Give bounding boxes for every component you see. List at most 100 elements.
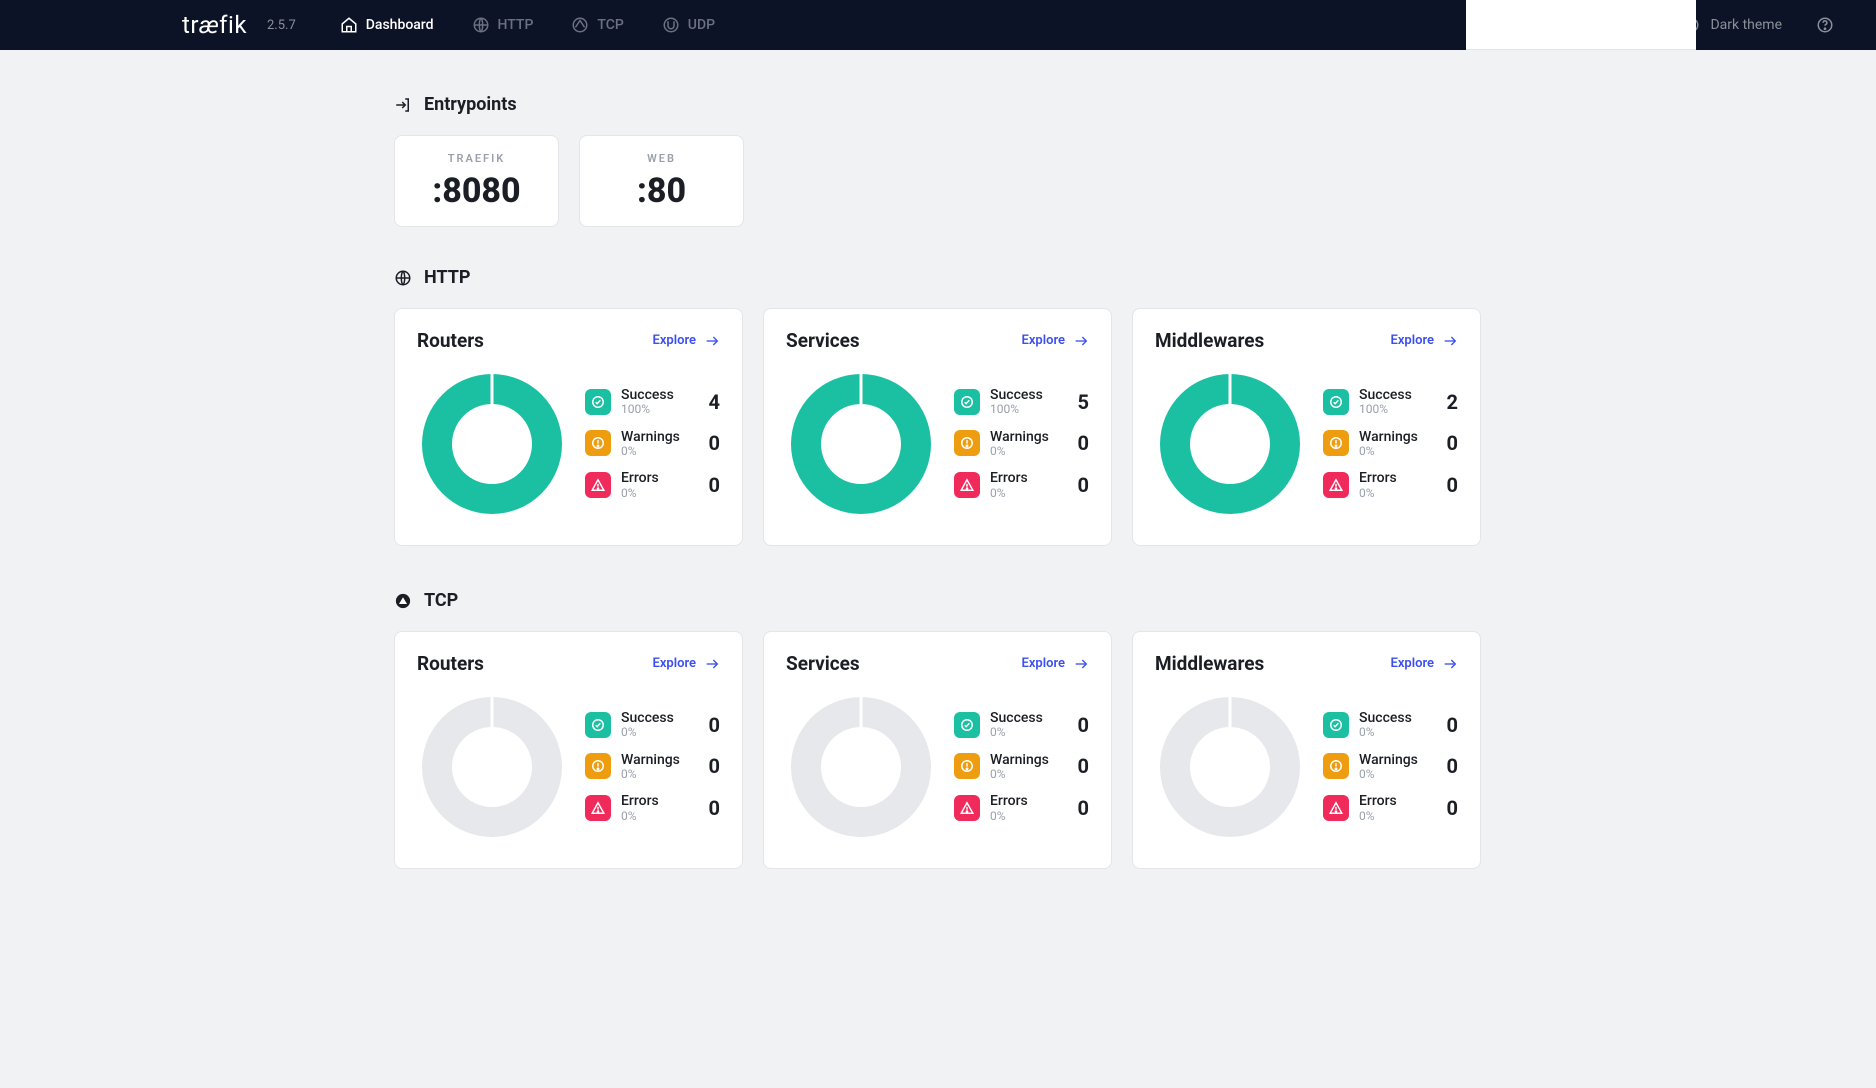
legend-pct: 0% <box>990 487 1028 501</box>
legend-count: 0 <box>1447 473 1458 497</box>
nav-tcp[interactable]: TCP <box>559 0 635 50</box>
explore-link[interactable]: Explore <box>1390 656 1458 672</box>
donut-chart <box>786 689 936 844</box>
entrypoint-card-traefik[interactable]: TRAEFIK :8080 <box>394 135 559 227</box>
legend-count: 4 <box>709 390 720 414</box>
section-tcp-header: TCP <box>394 590 1482 611</box>
explore-label: Explore <box>1021 333 1065 348</box>
explore-link[interactable]: Explore <box>1390 333 1458 349</box>
legend-row-success: Success 100% 2 <box>1323 387 1458 417</box>
explore-link[interactable]: Explore <box>652 333 720 349</box>
check-circle-icon <box>954 712 980 738</box>
legend-pct: 0% <box>990 768 1049 782</box>
nav-udp-label: UDP <box>688 17 715 33</box>
legend-pct: 0% <box>621 445 680 459</box>
explore-link[interactable]: Explore <box>1021 656 1089 672</box>
legend-label: Errors <box>621 470 659 486</box>
entrypoint-name: TRAEFIK <box>448 152 505 165</box>
legend-row-err: Errors 0% 0 <box>585 470 720 500</box>
dashboard-page: Entrypoints TRAEFIK :8080 WEB :80 HTTP R… <box>394 50 1482 973</box>
plugin-slot <box>1466 0 1696 50</box>
alert-circle-icon <box>1323 753 1349 779</box>
legend-label: Errors <box>1359 470 1397 486</box>
entrypoint-card-web[interactable]: WEB :80 <box>579 135 744 227</box>
section-http-title: HTTP <box>424 267 471 288</box>
legend-label: Warnings <box>621 429 680 445</box>
alert-triangle-icon <box>954 795 980 821</box>
tcp-icon <box>394 592 412 610</box>
entrypoint-port: :8080 <box>432 171 520 211</box>
legend-label: Errors <box>990 793 1028 809</box>
section-entrypoints-header: Entrypoints <box>394 94 1482 115</box>
donut-chart <box>786 366 936 521</box>
legend-count: 0 <box>1078 431 1089 455</box>
legend-pct: 0% <box>621 810 659 824</box>
donut-chart <box>1155 366 1305 521</box>
legend-row-err: Errors 0% 0 <box>954 793 1089 823</box>
legend-row-warn: Warnings 0% 0 <box>585 429 720 459</box>
brand-logo[interactable]: træfik <box>182 11 247 39</box>
card-title: Middlewares <box>1155 652 1264 675</box>
legend-count: 0 <box>1447 431 1458 455</box>
legend-pct: 0% <box>621 726 674 740</box>
legend-label: Success <box>1359 710 1412 726</box>
check-circle-icon <box>954 389 980 415</box>
http-cards-row: Routers Explore Success 100% 4 Warnings <box>394 308 1482 546</box>
alert-circle-icon <box>585 753 611 779</box>
explore-link[interactable]: Explore <box>1021 333 1089 349</box>
legend-label: Warnings <box>990 429 1049 445</box>
help-button[interactable] <box>1806 16 1844 34</box>
explore-label: Explore <box>1021 656 1065 671</box>
legend-pct: 0% <box>1359 726 1412 740</box>
udp-icon <box>662 16 680 34</box>
legend-pct: 100% <box>621 403 674 417</box>
legend-pct: 0% <box>621 487 659 501</box>
card-http-middlewares: Middlewares Explore Success 100% 2 Warni… <box>1132 308 1481 546</box>
nav-tcp-label: TCP <box>597 17 623 33</box>
explore-link[interactable]: Explore <box>652 656 720 672</box>
card-tcp-routers: Routers Explore Success 0% 0 Warnings <box>394 631 743 869</box>
legend-label: Success <box>990 387 1043 403</box>
legend-row-err: Errors 0% 0 <box>954 470 1089 500</box>
entrypoints-row: TRAEFIK :8080 WEB :80 <box>394 135 1482 227</box>
legend-count: 0 <box>709 431 720 455</box>
legend-label: Warnings <box>1359 429 1418 445</box>
alert-circle-icon <box>585 430 611 456</box>
help-icon <box>1816 16 1834 34</box>
legend-pct: 0% <box>1359 768 1418 782</box>
legend-row-err: Errors 0% 0 <box>1323 470 1458 500</box>
entrypoint-port: :80 <box>637 171 686 211</box>
alert-triangle-icon <box>585 795 611 821</box>
topbar: træfik 2.5.7 Dashboard HTTP TCP UDP Dark… <box>0 0 1876 50</box>
nav-dashboard[interactable]: Dashboard <box>328 0 446 50</box>
legend-pct: 100% <box>1359 403 1412 417</box>
arrow-right-icon <box>1073 333 1089 349</box>
legend-row-success: Success 0% 0 <box>954 710 1089 740</box>
legend-row-warn: Warnings 0% 0 <box>1323 429 1458 459</box>
legend-count: 0 <box>1078 473 1089 497</box>
card-title: Routers <box>417 329 484 352</box>
legend-label: Errors <box>621 793 659 809</box>
legend-label: Errors <box>1359 793 1397 809</box>
card-title: Routers <box>417 652 484 675</box>
legend-pct: 0% <box>990 445 1049 459</box>
nav-udp[interactable]: UDP <box>650 0 727 50</box>
legend: Success 100% 5 Warnings 0% 0 Errors 0% <box>954 387 1089 501</box>
alert-triangle-icon <box>585 472 611 498</box>
legend-row-warn: Warnings 0% 0 <box>954 429 1089 459</box>
legend-count: 0 <box>709 473 720 497</box>
legend-label: Warnings <box>1359 752 1418 768</box>
version-label: 2.5.7 <box>267 18 296 33</box>
legend-count: 0 <box>1078 754 1089 778</box>
nav-http[interactable]: HTTP <box>460 0 546 50</box>
home-icon <box>340 16 358 34</box>
legend-pct: 0% <box>1359 487 1397 501</box>
legend: Success 0% 0 Warnings 0% 0 Errors 0% <box>1323 710 1458 824</box>
legend: Success 100% 4 Warnings 0% 0 Errors 0% <box>585 387 720 501</box>
arrow-right-icon <box>1442 333 1458 349</box>
card-http-services: Services Explore Success 100% 5 Warnings <box>763 308 1112 546</box>
legend-pct: 0% <box>990 810 1028 824</box>
section-tcp-title: TCP <box>424 590 458 611</box>
card-tcp-middlewares: Middlewares Explore Success 0% 0 Warning… <box>1132 631 1481 869</box>
legend-row-success: Success 0% 0 <box>1323 710 1458 740</box>
